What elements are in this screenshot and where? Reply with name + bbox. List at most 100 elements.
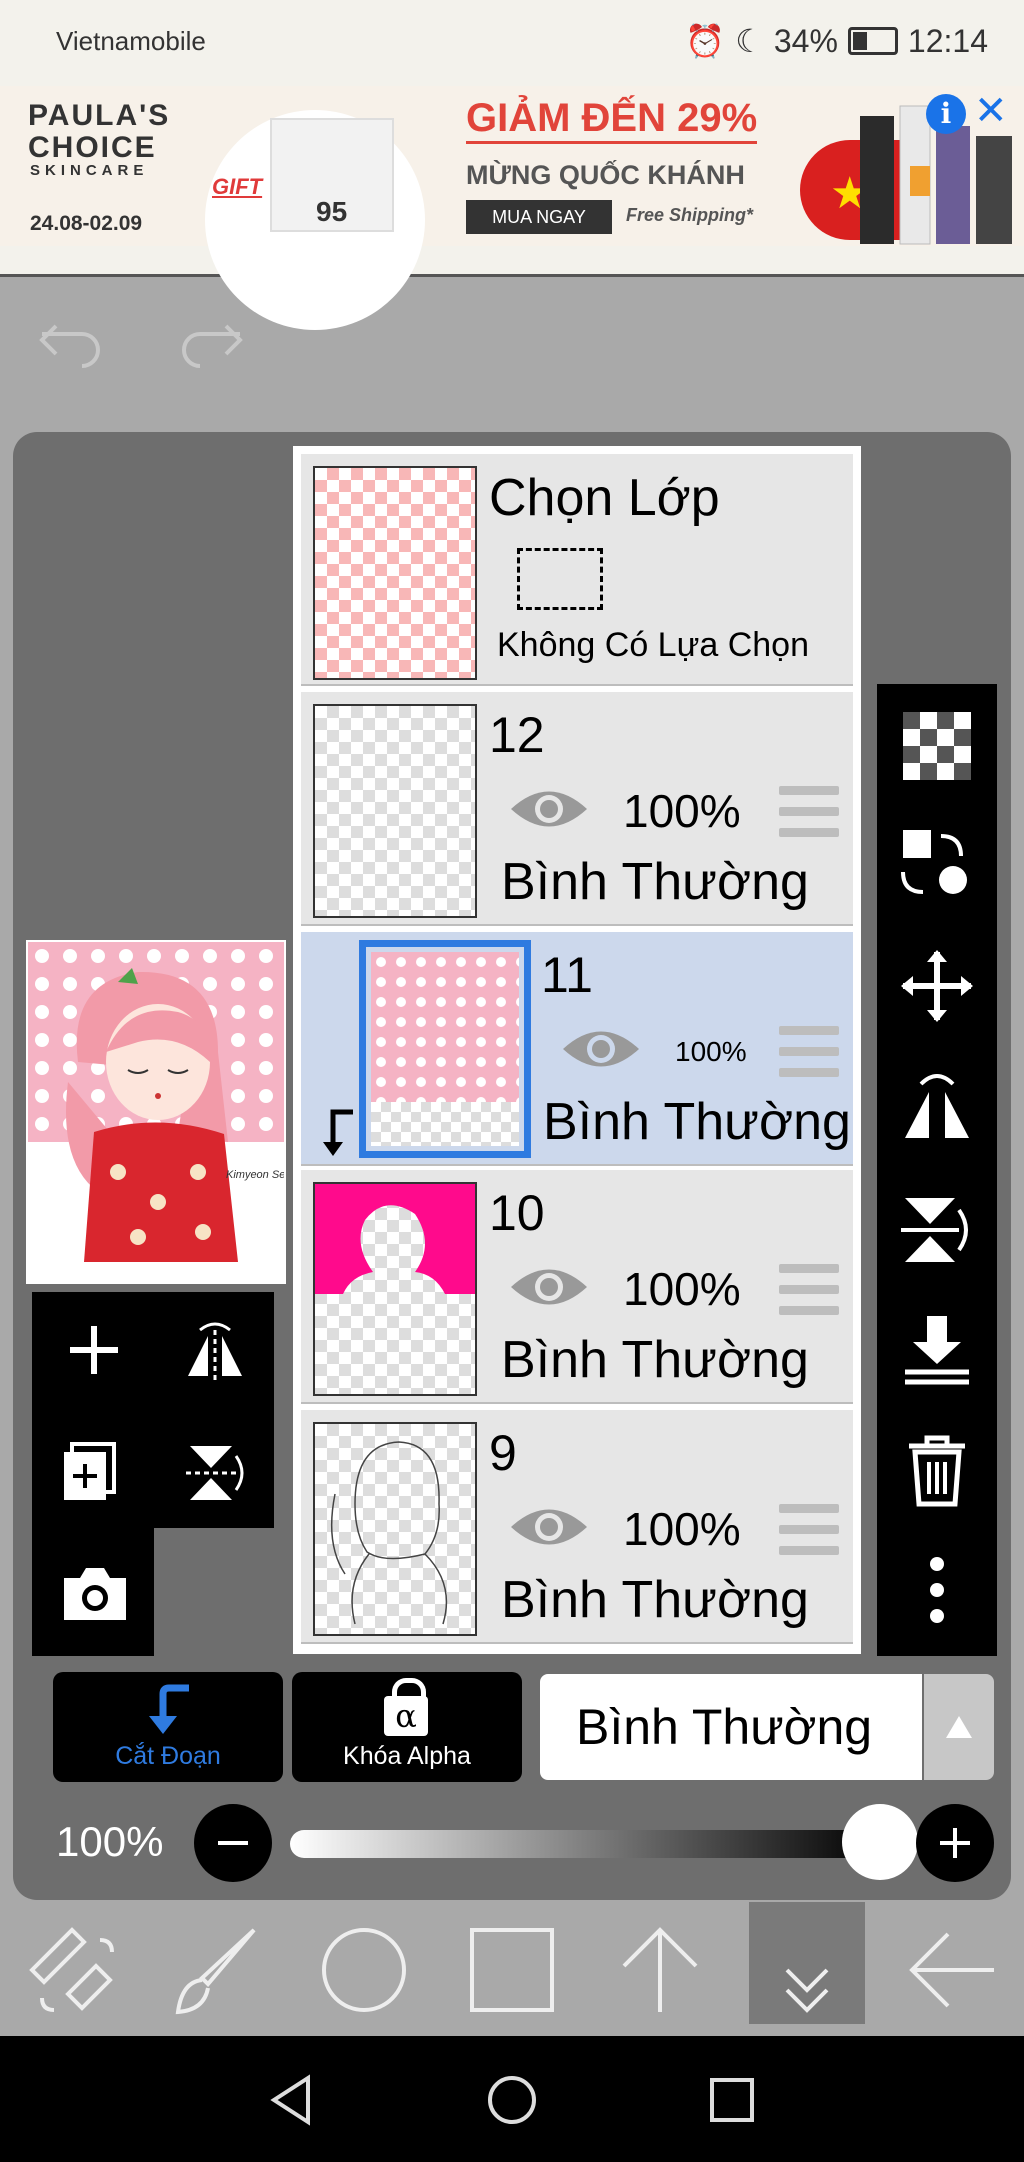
clock: 12:14 [907, 22, 988, 59]
drag-handle-icon[interactable] [779, 1026, 839, 1078]
layer-thumbnail [313, 466, 477, 680]
eye-icon[interactable] [559, 1024, 643, 1074]
layer-row-selected[interactable]: 11 100% Bình Thường [301, 932, 853, 1166]
eye-icon[interactable] [507, 1262, 591, 1312]
eye-icon[interactable] [507, 784, 591, 834]
ad-shipping: Free Shipping* [626, 205, 754, 225]
move-icon[interactable] [899, 948, 975, 1024]
layer-thumbnail [313, 1422, 477, 1636]
merge-down-icon[interactable] [899, 1312, 975, 1388]
layer-opacity: 100% [623, 785, 741, 837]
layer-actions [32, 1292, 274, 1656]
plus-icon [940, 1828, 970, 1858]
layer-thumbnail [313, 704, 477, 918]
layer-thumbnail [313, 1182, 477, 1396]
nav-back-icon[interactable] [262, 2070, 322, 2130]
clipping-label: Cắt Đoạn [115, 1742, 221, 1770]
battery-icon [847, 27, 898, 55]
opacity-value: 100% [56, 1818, 164, 1865]
alpha-lock-label: Khóa Alpha [343, 1742, 471, 1770]
nav-home-icon[interactable] [482, 2070, 542, 2130]
canvas-artwork: Kimyeon Seulgi [28, 942, 284, 1282]
canvas-preview[interactable]: Kimyeon Seulgi [26, 940, 286, 1284]
drag-handle-icon[interactable] [779, 1264, 839, 1316]
layer-list[interactable]: Chọn Lớp Không Có Lựa Chọn 12 100% Bình … [293, 446, 861, 1654]
nav-recents-icon[interactable] [702, 2070, 762, 2130]
transform-tool-icon[interactable] [22, 1920, 122, 2020]
layer-blend-mode: Bình Thường [501, 853, 809, 911]
status-right: ⏰ ☾ 34% 12:14 [685, 22, 988, 60]
ad-cta-button[interactable]: MUA NGAY [466, 200, 612, 234]
layer-blend-mode: Bình Thường [543, 1093, 851, 1151]
duplicate-layer-icon[interactable] [60, 1440, 130, 1506]
eye-icon[interactable] [507, 1502, 591, 1552]
flip-vertical-icon[interactable] [899, 1192, 975, 1268]
triangle-up-icon [946, 1716, 972, 1738]
drag-handle-icon[interactable] [779, 786, 839, 838]
layer-opacity: 100% [623, 1503, 741, 1555]
ad-info-icon[interactable]: i [926, 94, 966, 134]
moon-icon: ☾ [735, 23, 764, 59]
opacity-slider[interactable] [290, 1830, 880, 1858]
blend-mode-value: Bình Thường [576, 1699, 873, 1755]
layer-name: 12 [489, 707, 545, 763]
ad-brand-sub: SKINCARE [30, 162, 149, 179]
ad-close-icon[interactable]: ✕ [974, 88, 1008, 134]
layer-thumbnail [371, 952, 519, 1146]
layer-name: 10 [489, 1185, 545, 1241]
opacity-slider-thumb[interactable] [842, 1804, 918, 1880]
flip-horizontal-icon[interactable] [899, 1068, 975, 1144]
flip-horizontal-icon[interactable] [180, 1320, 250, 1384]
ad-badge: 95 [316, 196, 348, 227]
more-options-icon[interactable] [899, 1552, 975, 1628]
ad-headline: GIẢM ĐẾN 29% [466, 96, 758, 144]
layer-subtitle: Không Có Lựa Chọn [497, 626, 809, 664]
layer-name: Chọn Lớp [489, 469, 720, 527]
arrow-up-icon[interactable] [610, 1920, 710, 2020]
ad-brand: PAULA'S CHOICE [28, 99, 171, 164]
layer-row[interactable]: 12 100% Bình Thường [301, 692, 853, 926]
layer-blend-mode: Bình Thường [501, 1571, 809, 1629]
undo-icon[interactable] [36, 318, 106, 368]
delete-icon[interactable] [899, 1432, 975, 1508]
carrier-name: Vietnamobile [56, 26, 206, 56]
alarm-icon: ⏰ [685, 23, 726, 59]
clipping-button[interactable]: Cắt Đoạn [53, 1672, 283, 1782]
layer-tools [877, 684, 997, 1656]
clipping-arrow-icon [323, 1109, 353, 1156]
add-layer-icon[interactable] [64, 1320, 124, 1380]
layer-row[interactable]: 9 100% Bình Thường [301, 1410, 853, 1644]
camera-icon[interactable] [60, 1564, 130, 1624]
ad-dates: 24.08-02.09 [30, 212, 143, 235]
battery-percent: 34% [773, 22, 838, 59]
swap-layer-icon[interactable] [899, 826, 975, 902]
lock-icon: α [382, 1678, 432, 1738]
opacity-decrease-button[interactable] [194, 1804, 272, 1882]
layer-row[interactable]: 10 100% Bình Thường [301, 1170, 853, 1404]
layer-opacity: 100% [675, 1036, 747, 1067]
blend-mode-dropdown-button[interactable] [924, 1674, 994, 1780]
transparency-icon[interactable] [899, 708, 975, 784]
minus-icon [218, 1841, 248, 1845]
rectangle-tool-icon[interactable] [462, 1920, 562, 2020]
drag-handle-icon[interactable] [779, 1504, 839, 1556]
ad-gift: GIFT [212, 174, 263, 199]
clipping-icon [149, 1684, 189, 1734]
layer-blend-mode: Bình Thường [501, 1331, 809, 1389]
brush-tool-icon[interactable] [168, 1920, 268, 2020]
back-arrow-icon[interactable] [902, 1920, 1002, 2020]
flip-vertical-icon[interactable] [182, 1440, 248, 1506]
layers-collapse-icon[interactable] [757, 1940, 857, 2040]
layer-name: 9 [489, 1425, 517, 1481]
ad-subheadline: MỪNG QUỐC KHÁNH [466, 160, 745, 190]
preview-signature: Kimyeon Seulgi [226, 1169, 284, 1181]
layer-opacity: 100% [623, 1263, 741, 1315]
opacity-increase-button[interactable] [916, 1804, 994, 1882]
no-selection-icon [517, 548, 603, 610]
ad-divider [0, 246, 1024, 277]
selection-layer[interactable]: Chọn Lớp Không Có Lựa Chọn [301, 454, 853, 686]
redo-icon[interactable] [176, 318, 246, 368]
layer-name: 11 [541, 947, 593, 1003]
alpha-lock-button[interactable]: α Khóa Alpha [292, 1672, 522, 1782]
circle-tool-icon[interactable] [314, 1920, 414, 2020]
